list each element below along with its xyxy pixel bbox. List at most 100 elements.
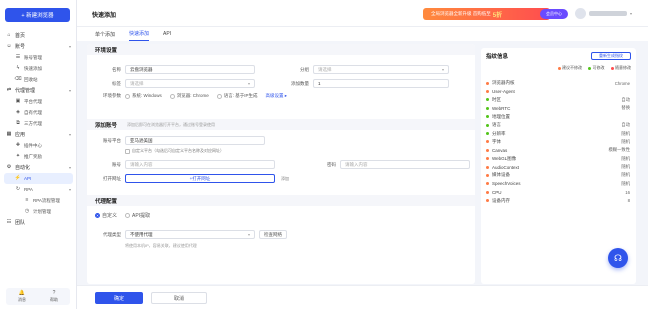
radio-icon bbox=[169, 93, 175, 99]
proxy-mode-0[interactable]: 自定义 bbox=[95, 212, 117, 219]
open-url-label: 打开网址 bbox=[103, 175, 121, 181]
sidebar-subitem-label: 计划管理 bbox=[33, 208, 51, 214]
status-dot bbox=[486, 148, 489, 152]
api-icon: ⚡ bbox=[14, 175, 22, 181]
fingerprint-item-label: 媒体设备 bbox=[492, 172, 510, 178]
promo-highlight: 5折 bbox=[492, 12, 503, 19]
status-dot bbox=[486, 157, 489, 161]
fingerprint-item-label: 语言 bbox=[492, 122, 501, 128]
sidebar-subitem-1[interactable]: ◷ 计划管理 bbox=[0, 206, 77, 217]
fingerprint-item: CPU 16 bbox=[481, 188, 636, 196]
sidebar-item-4-1[interactable]: ↻ RPA ▾ bbox=[0, 184, 77, 195]
fingerprint-item-value: Chrome bbox=[614, 80, 630, 86]
fingerprint-item-label: User-Agent bbox=[492, 89, 515, 95]
env-option-0[interactable]: 系统: Windows bbox=[125, 93, 162, 99]
fingerprint-item-value: 自动 bbox=[621, 122, 630, 128]
chevron-down-icon: ▾ bbox=[68, 165, 71, 170]
chevron-down-icon: ▾ bbox=[68, 132, 71, 137]
bell-icon: 🔔 bbox=[18, 289, 26, 296]
section-title-proxy: 代理配置 bbox=[87, 195, 475, 206]
user-menu[interactable]: ▾ bbox=[575, 8, 632, 19]
status-dot bbox=[486, 81, 489, 85]
account-hint: 添加后即可在浏览器打开平台，通过账号登录使用 bbox=[127, 121, 216, 127]
name-input[interactable]: 云盘浏览器 bbox=[125, 65, 255, 74]
sidebar-group-label: 首页 bbox=[15, 33, 26, 39]
fingerprint-item: 时区 自动 bbox=[481, 96, 636, 104]
sidebar-item-2-2[interactable]: ⧉ 三方代理 bbox=[0, 118, 77, 129]
sidebar-item-4-0[interactable]: ⚡ API bbox=[4, 173, 73, 184]
avatar[interactable] bbox=[575, 8, 586, 19]
sidebar-item-2-1[interactable]: ◈ 自有代理 bbox=[0, 107, 77, 118]
sidebar-item-1-1[interactable]: ϟ 快速添加 bbox=[0, 63, 77, 74]
account-label: 账号 bbox=[112, 161, 121, 167]
open-url-add-link[interactable]: 添加 bbox=[281, 176, 289, 182]
sidebar-item-2-0[interactable]: ▣ 平台代理 bbox=[0, 96, 77, 107]
proxy-hint: 将使用本机IP，容易关联，建议使用代理 bbox=[125, 243, 197, 248]
custom-platform-label: 自定义平台（勾选后可自定义平台名称及对应网址） bbox=[132, 148, 224, 153]
sidebar-bottom-0[interactable]: 🔔 消息 bbox=[18, 290, 26, 303]
legend-item-2: 随意修改 bbox=[610, 65, 631, 71]
trash-icon: ⌫ bbox=[14, 76, 22, 82]
tab-1[interactable]: 快速添加 bbox=[129, 27, 150, 41]
custom-platform-checkbox[interactable] bbox=[125, 148, 130, 154]
sidebar-group-3[interactable]: ▦ 应用 ▾ bbox=[0, 129, 77, 140]
customer-service-icon[interactable]: ☊ bbox=[608, 248, 628, 268]
status-dot bbox=[486, 190, 489, 194]
proxy-type-label: 代理类型 bbox=[103, 231, 121, 237]
vip-button[interactable]: 会员中心 bbox=[540, 9, 568, 19]
sidebar-group-5[interactable]: ☷ 团队 bbox=[0, 217, 77, 228]
sidebar-group-label: 账号 bbox=[15, 44, 26, 50]
tag-select[interactable]: 请选择 bbox=[125, 79, 255, 88]
sidebar-group-2[interactable]: ⇄ 代理管理 ▾ bbox=[0, 85, 77, 96]
group-label: 分组 bbox=[300, 66, 309, 72]
regen-fingerprint-button[interactable]: 重新生成指纹 bbox=[591, 52, 631, 60]
fingerprint-item: WebGL图像 随机 bbox=[481, 155, 636, 163]
env-option-2[interactable]: 语言: 基于IP生成 bbox=[216, 93, 258, 99]
status-dot bbox=[486, 199, 489, 203]
fingerprint-item: 设备内存 8 bbox=[481, 196, 636, 204]
cancel-button[interactable]: 取消 bbox=[151, 292, 207, 304]
fingerprint-item-value: 随机 bbox=[621, 164, 630, 170]
sidebar-subitem-0[interactable]: ≡ RPA流程管理 bbox=[0, 195, 77, 206]
sidebar-bottom-1[interactable]: ? 帮助 bbox=[50, 290, 58, 303]
count-input[interactable]: 1 bbox=[313, 79, 449, 88]
fingerprint-list: 浏览器内核 Chrome User-Agent 时区 自动 WebRTC 替换 地理位置 语言自… bbox=[481, 79, 636, 205]
sidebar-item-label: 插件中心 bbox=[24, 142, 42, 148]
fingerprint-item: Canvas 模糊一致性 bbox=[481, 146, 636, 154]
new-browser-button[interactable]: + 新建浏览器 bbox=[5, 8, 70, 22]
env-option-1[interactable]: 浏览器: Chrome bbox=[169, 93, 209, 99]
sidebar-group-0[interactable]: ⌂ 首页 bbox=[0, 30, 77, 41]
section-title-env: 环境设置 bbox=[87, 44, 475, 55]
fingerprint-item-label: 字体 bbox=[492, 138, 501, 144]
group-select[interactable]: 请选择 bbox=[313, 65, 449, 74]
fingerprint-item: 语言 自动 bbox=[481, 121, 636, 129]
check-network-button[interactable]: 检查网络 bbox=[259, 230, 287, 239]
promo-banner[interactable]: 全局浏览器全新升级 首购低至 5折 bbox=[423, 8, 550, 20]
sidebar-group-label: 自动化 bbox=[15, 165, 31, 171]
sidebar-item-label: 平台代理 bbox=[24, 98, 42, 104]
password-input[interactable]: 请输入内容 bbox=[340, 160, 470, 169]
team-icon: ☷ bbox=[6, 219, 12, 225]
proxy-mode-1[interactable]: API提取 bbox=[125, 212, 150, 219]
proxy-type-select[interactable]: 不使用代理 bbox=[125, 230, 255, 239]
sidebar-item-1-0[interactable]: ☰ 账号管理 bbox=[0, 52, 77, 63]
sidebar-item-1-2[interactable]: ⌫ 回收站 bbox=[0, 74, 77, 85]
help-icon: ? bbox=[52, 289, 56, 296]
tab-0[interactable]: 单个添加 bbox=[95, 27, 115, 41]
proxy-icon: ⇄ bbox=[6, 87, 12, 93]
sidebar-group-1[interactable]: ☺ 账号 ▾ bbox=[0, 41, 77, 52]
account-input[interactable]: 请输入内容 bbox=[125, 160, 275, 169]
open-url-button[interactable]: +打开网址 bbox=[125, 174, 275, 183]
advanced-settings-link[interactable]: 高级设置 ▸ bbox=[266, 93, 288, 99]
fingerprint-item-label: 时区 bbox=[492, 96, 501, 102]
platform-select[interactable]: 亚马逊美国 bbox=[125, 136, 265, 145]
legend-dot bbox=[557, 66, 561, 70]
third-party-icon: ⧉ bbox=[16, 120, 20, 126]
sidebar-group-4[interactable]: ⚙ 自动化 ▾ bbox=[0, 162, 77, 173]
ok-button[interactable]: 确定 bbox=[95, 292, 143, 304]
flow-icon: ≡ bbox=[25, 197, 29, 203]
sidebar-item-3-1[interactable]: ✦ 推广奖励 bbox=[0, 151, 77, 162]
tab-2[interactable]: API bbox=[163, 27, 171, 41]
sidebar-item-3-0[interactable]: ✚ 插件中心 bbox=[0, 140, 77, 151]
sidebar-item-label: RPA bbox=[24, 187, 33, 192]
